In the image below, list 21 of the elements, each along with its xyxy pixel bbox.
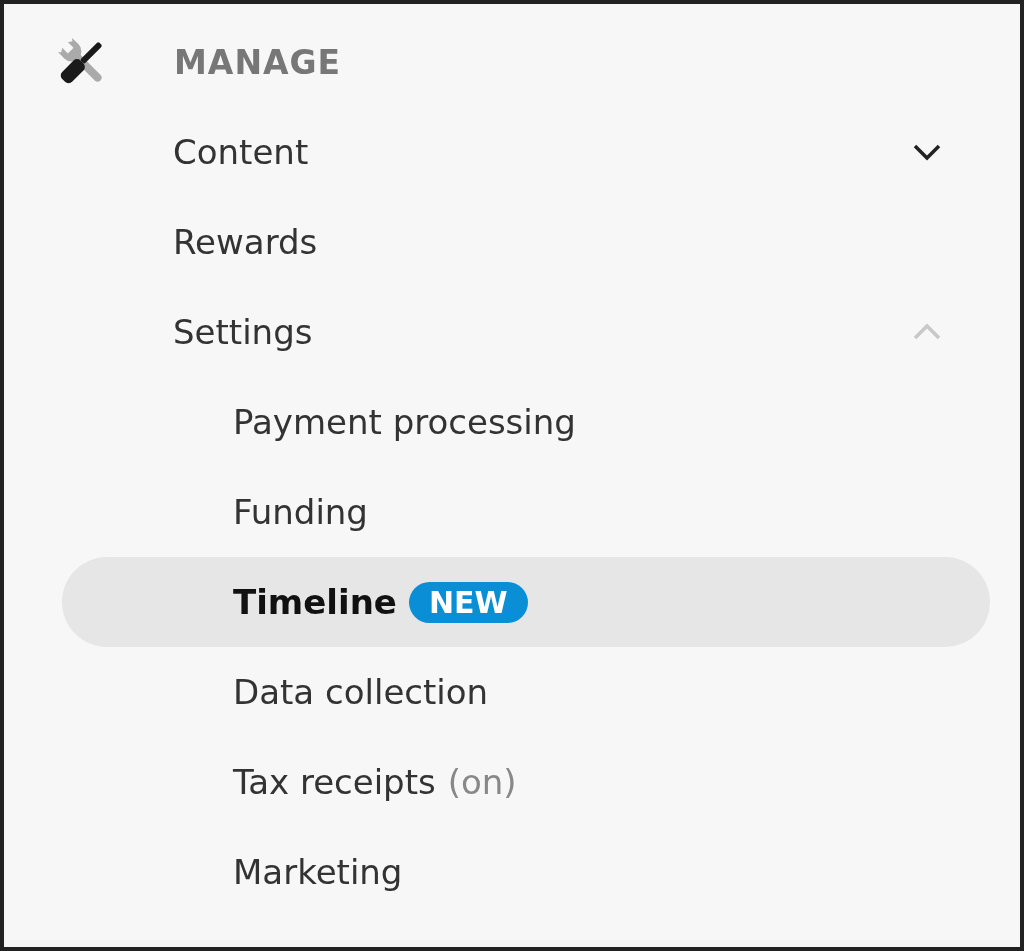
menu-item[interactable]: Timeline NEW: [62, 557, 990, 647]
menu-item-label: Rewards: [173, 222, 318, 262]
menu-item[interactable]: Tax receipts (on): [62, 737, 990, 827]
new-badge: NEW: [408, 581, 528, 623]
menu-item[interactable]: Data collection: [62, 647, 990, 737]
menu-item-label: Funding: [233, 492, 368, 532]
menu-item[interactable]: Funding: [62, 467, 990, 557]
menu-item-label: Marketing: [233, 852, 403, 892]
status-note: (on): [447, 762, 517, 802]
menu-item-label: Tax receipts: [233, 762, 436, 802]
menu-item-label: Timeline: [233, 582, 397, 622]
menu-group-label: Content: [173, 132, 309, 172]
menu-item[interactable]: Payment processing: [62, 377, 990, 467]
menu-item-label: Data collection: [233, 672, 489, 712]
menu-group[interactable]: Content: [62, 107, 990, 197]
menu-item[interactable]: Marketing: [62, 827, 990, 917]
menu-group[interactable]: Settings: [62, 287, 990, 377]
menu-item[interactable]: Rewards: [62, 197, 990, 287]
menu-item-label: Payment processing: [233, 402, 576, 442]
menu-group-label: Settings: [173, 312, 313, 352]
section-title: MANAGE: [174, 42, 342, 82]
